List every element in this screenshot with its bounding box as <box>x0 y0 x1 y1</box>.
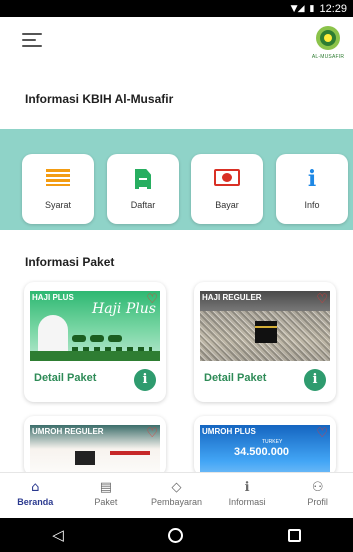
menu-label: Info <box>304 200 320 210</box>
package-card-umroh-reguler[interactable]: UMROH REGULER ♡ <box>24 416 166 476</box>
nav-label: Profil <box>307 497 328 507</box>
nav-paket[interactable]: ▤ Paket <box>71 473 142 518</box>
hamburger-menu-icon[interactable] <box>22 33 42 47</box>
menu-label: Daftar <box>130 200 156 210</box>
section-title: Informasi Paket <box>25 255 115 269</box>
info-icon: ℹ <box>244 480 250 495</box>
logo-text: AL-MUSAFIR <box>311 54 345 60</box>
menu-label: Syarat <box>44 200 71 210</box>
nav-label: Paket <box>94 497 118 507</box>
poster-people <box>38 315 68 355</box>
app-bar: AL-MUSAFIR <box>0 17 353 72</box>
menu-daftar-button[interactable]: Daftar <box>107 154 179 224</box>
package-tag: HAJI REGULER <box>202 293 262 302</box>
nav-pembayaran[interactable]: ◇ Pembayaran <box>141 473 212 518</box>
money-icon <box>214 169 240 186</box>
signal-icon: ▼◢ <box>290 3 305 14</box>
heart-icon[interactable]: ♡ <box>146 292 158 307</box>
compass-logo-icon <box>316 26 340 50</box>
battery-icon: ▮ <box>309 3 315 14</box>
nav-label: Informasi <box>228 497 266 507</box>
nav-label: Beranda <box>17 497 54 507</box>
home-icon: ⌂ <box>31 480 40 495</box>
kaaba-image <box>255 321 277 343</box>
nav-beranda[interactable]: ⌂ Beranda <box>0 473 71 518</box>
poster-bar <box>30 351 160 361</box>
payment-icon: ◇ <box>171 480 182 495</box>
detail-paket-link[interactable]: Detail Paket <box>204 372 266 384</box>
person-icon: ⚇ <box>311 480 324 495</box>
heart-icon[interactable]: ♡ <box>316 292 328 307</box>
kaaba-image <box>75 451 95 465</box>
poster-price: 34.500.000 <box>234 446 290 458</box>
info-icon: i <box>307 166 317 192</box>
package-card-haji-reguler[interactable]: HAJI REGULER ♡ Detail Paket i <box>194 282 336 402</box>
menu-info-button[interactable]: i Info <box>276 154 348 224</box>
app-logo: AL-MUSAFIR <box>309 26 347 70</box>
nav-informasi[interactable]: ℹ Informasi <box>212 473 283 518</box>
package-poster: UMROH REGULER ♡ <box>30 425 160 476</box>
recents-icon[interactable] <box>287 528 301 542</box>
menu-syarat-button[interactable]: Syarat <box>22 154 94 224</box>
nav-label: Pembayaran <box>150 497 202 507</box>
package-card-haji-plus[interactable]: HAJI PLUS ♡ Haji Plus Detail Paket i <box>24 282 166 402</box>
poster-badge <box>90 335 104 342</box>
poster-country: TURKEY <box>262 439 283 445</box>
menu-bayar-button[interactable]: Bayar <box>191 154 263 224</box>
package-card-umroh-plus[interactable]: UMROH PLUS ♡ TURKEY 34.500.000 <box>194 416 336 476</box>
status-bar: ▼◢ ▮ 12:29 <box>0 0 353 17</box>
package-tag: UMROH PLUS <box>202 427 256 436</box>
system-nav-bar: ◁ <box>0 518 353 552</box>
package-poster: HAJI PLUS ♡ Haji Plus <box>30 291 160 361</box>
back-icon[interactable]: ◁ <box>52 526 64 544</box>
info-icon[interactable]: i <box>304 369 326 391</box>
poster-band <box>110 451 150 455</box>
page-title: Informasi KBIH Al-Musafir <box>25 92 174 106</box>
status-time: 12:29 <box>319 2 347 15</box>
nav-profil[interactable]: ⚇ Profil <box>282 473 353 518</box>
heart-icon[interactable]: ♡ <box>316 426 328 441</box>
package-poster: UMROH PLUS ♡ TURKEY 34.500.000 <box>200 425 330 476</box>
heart-icon[interactable]: ♡ <box>146 426 158 441</box>
info-icon[interactable]: i <box>134 369 156 391</box>
menu-label: Bayar <box>215 200 239 210</box>
package-poster: HAJI REGULER ♡ <box>200 291 330 361</box>
document-icon <box>135 169 151 189</box>
bottom-nav: ⌂ Beranda ▤ Paket ◇ Pembayaran ℹ Informa… <box>0 472 353 518</box>
briefcase-icon: ▤ <box>99 480 113 495</box>
list-icon <box>46 169 70 186</box>
detail-paket-link[interactable]: Detail Paket <box>34 372 96 384</box>
package-tag: HAJI PLUS <box>32 293 74 302</box>
poster-badge <box>72 335 86 342</box>
home-button-icon[interactable] <box>168 527 184 543</box>
poster-badge <box>108 335 122 342</box>
package-tag: UMROH REGULER <box>32 427 104 436</box>
